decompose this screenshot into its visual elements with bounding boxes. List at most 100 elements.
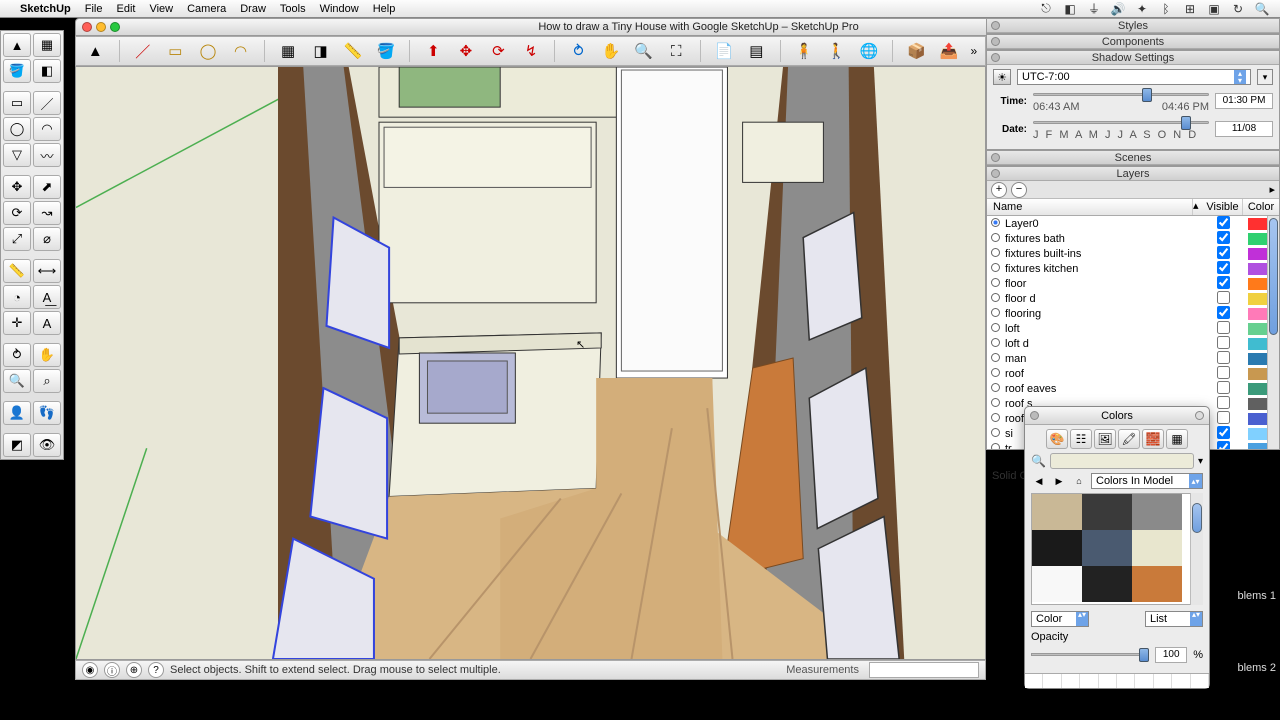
pushpull-tool[interactable]: ⬈ xyxy=(33,175,61,199)
date-slider[interactable] xyxy=(1033,117,1209,131)
layer-active-radio[interactable] xyxy=(987,383,1003,395)
colors-palette[interactable]: Colors 🎨 ☷ 🖼 🖍 🧱 ▦ 🔍 ▾ ◀ ▶ ⌂ Colors In M… xyxy=(1024,406,1210,689)
offset-tool-icon[interactable]: ↯ xyxy=(520,40,543,62)
layer-name[interactable]: loft xyxy=(1003,323,1203,335)
circle-tool[interactable]: ◯ xyxy=(3,117,31,141)
layer-visible-checkbox[interactable] xyxy=(1203,321,1243,337)
layer-active-radio[interactable] xyxy=(987,278,1003,290)
color-swatch[interactable] xyxy=(1132,494,1182,530)
layer-visible-checkbox[interactable] xyxy=(1203,336,1243,352)
list-mode-select[interactable]: List▴▾ xyxy=(1145,611,1203,627)
layer-name[interactable]: flooring xyxy=(1003,308,1203,320)
toolbar-overflow-icon[interactable]: » xyxy=(970,44,977,58)
layer-name[interactable]: loft d xyxy=(1003,338,1203,350)
tray-icon[interactable]: ⊞ xyxy=(1182,2,1198,16)
opacity-slider[interactable] xyxy=(1031,649,1149,661)
layer-active-radio[interactable] xyxy=(987,443,1003,450)
layer-row[interactable]: man xyxy=(987,351,1279,366)
color-sliders-tab[interactable]: ☷ xyxy=(1070,429,1092,449)
layer-visible-checkbox[interactable] xyxy=(1203,246,1243,262)
color-swatch[interactable] xyxy=(1132,530,1182,566)
move-tool-icon[interactable]: ✥ xyxy=(455,40,478,62)
date-value[interactable]: 11/08 xyxy=(1215,121,1273,137)
layer-active-radio[interactable] xyxy=(987,368,1003,380)
credits-icon[interactable]: ⓘ xyxy=(104,662,120,678)
layer-active-radio[interactable] xyxy=(987,233,1003,245)
menu-draw[interactable]: Draw xyxy=(240,3,266,15)
walk-tool[interactable]: 👣 xyxy=(33,401,61,425)
section-plane-tool[interactable]: ◩ xyxy=(3,433,31,457)
3dtext-tool[interactable]: A xyxy=(33,311,61,335)
zoom-extents-icon[interactable]: ⛶ xyxy=(665,40,688,62)
eraser-tool[interactable]: ◧ xyxy=(33,59,61,83)
color-mode-select[interactable]: Color▴▾ xyxy=(1031,611,1089,627)
scale-tool[interactable]: ⤢ xyxy=(3,227,31,251)
menu-camera[interactable]: Camera xyxy=(187,3,226,15)
tray-icon[interactable]: ✦ xyxy=(1134,2,1150,16)
home-icon[interactable]: ⌂ xyxy=(1071,474,1087,488)
time-slider[interactable] xyxy=(1033,89,1209,103)
color-swatch[interactable] xyxy=(1032,494,1082,530)
layer-row[interactable]: roof xyxy=(987,366,1279,381)
scenes-tray-header[interactable]: Scenes xyxy=(987,151,1279,165)
collection-select[interactable]: Colors In Model▴▾ xyxy=(1091,473,1203,489)
layers-scrollbar[interactable] xyxy=(1267,216,1279,449)
layer-row[interactable]: fixtures kitchen xyxy=(987,261,1279,276)
rectangle-tool[interactable]: ▭ xyxy=(3,91,31,115)
swatch-scrollbar[interactable] xyxy=(1190,493,1203,605)
zoom-icon[interactable] xyxy=(1195,411,1204,420)
color-wells[interactable] xyxy=(1025,673,1209,688)
brick-tab[interactable]: 🧱 xyxy=(1142,429,1164,449)
make-component-tool[interactable]: ▦ xyxy=(33,33,61,57)
layer-active-radio[interactable] xyxy=(987,398,1003,410)
polygon-tool[interactable]: ▽ xyxy=(3,143,31,167)
layer-active-radio[interactable] xyxy=(987,263,1003,275)
time-value[interactable]: 01:30 PM xyxy=(1215,93,1273,109)
menu-window[interactable]: Window xyxy=(320,3,359,15)
delete-layer-button[interactable]: − xyxy=(1011,182,1027,198)
make-component-icon[interactable]: ▦ xyxy=(277,40,300,62)
layer-name[interactable]: fixtures bath xyxy=(1003,233,1203,245)
layer-name[interactable]: floor xyxy=(1003,278,1203,290)
layer-active-radio[interactable] xyxy=(987,338,1003,350)
layer-name[interactable]: fixtures built-ins xyxy=(1003,248,1203,260)
layer-active-radio[interactable] xyxy=(987,413,1003,425)
color-swatch[interactable] xyxy=(1132,566,1182,602)
claim-credit-icon[interactable]: ⊕ xyxy=(126,662,142,678)
layer-visible-checkbox[interactable] xyxy=(1203,351,1243,367)
geo-location-icon[interactable]: ◉ xyxy=(82,662,98,678)
layer-name[interactable]: floor d xyxy=(1003,293,1203,305)
nav-fwd-icon[interactable]: ▶ xyxy=(1051,474,1067,488)
share-model-icon[interactable]: 📤 xyxy=(938,40,961,62)
rotate-tool[interactable]: ⟳ xyxy=(3,201,31,225)
zoom-window-button[interactable] xyxy=(110,22,120,32)
3d-viewport[interactable]: ↖ xyxy=(75,66,986,660)
layer-visible-checkbox[interactable] xyxy=(1203,291,1243,307)
line-tool-icon[interactable]: ／ xyxy=(132,40,155,62)
arc-tool[interactable]: ◠ xyxy=(33,117,61,141)
crayons-tab[interactable]: 🖍 xyxy=(1118,429,1140,449)
tape-measure-tool[interactable]: 📏 xyxy=(3,259,31,283)
colors-palette-titlebar[interactable]: Colors xyxy=(1025,407,1209,425)
nav-back-icon[interactable]: ◀ xyxy=(1031,474,1047,488)
help-icon[interactable]: ? xyxy=(148,662,164,678)
layer-name[interactable]: roof eaves xyxy=(1003,383,1203,395)
zoom-tool-icon[interactable]: 🔍 xyxy=(632,40,655,62)
select-tool-icon[interactable]: ▲ xyxy=(84,40,107,62)
eraser-tool-icon[interactable]: ◨ xyxy=(309,40,332,62)
layer-active-radio[interactable] xyxy=(987,293,1003,305)
color-swatch-grid[interactable] xyxy=(1032,494,1202,602)
app-name[interactable]: SketchUp xyxy=(20,3,71,15)
measurements-input[interactable] xyxy=(869,662,979,678)
color-swatch[interactable] xyxy=(1032,530,1082,566)
layer-row[interactable]: floor xyxy=(987,276,1279,291)
spotlight-icon[interactable]: 🔍 xyxy=(1254,2,1270,16)
pan-tool[interactable]: ✋ xyxy=(33,343,61,367)
timezone-select[interactable]: UTC-7:00▴▾ xyxy=(1017,69,1251,85)
add-layer-button[interactable]: + xyxy=(991,182,1007,198)
rotate-tool-icon[interactable]: ⟳ xyxy=(487,40,510,62)
position-camera-tool[interactable]: 👤 xyxy=(3,401,31,425)
textures-icon[interactable]: ▤ xyxy=(745,40,768,62)
protractor-tool[interactable]: ◔ xyxy=(3,285,31,309)
tape-measure-icon[interactable]: 📏 xyxy=(342,40,365,62)
